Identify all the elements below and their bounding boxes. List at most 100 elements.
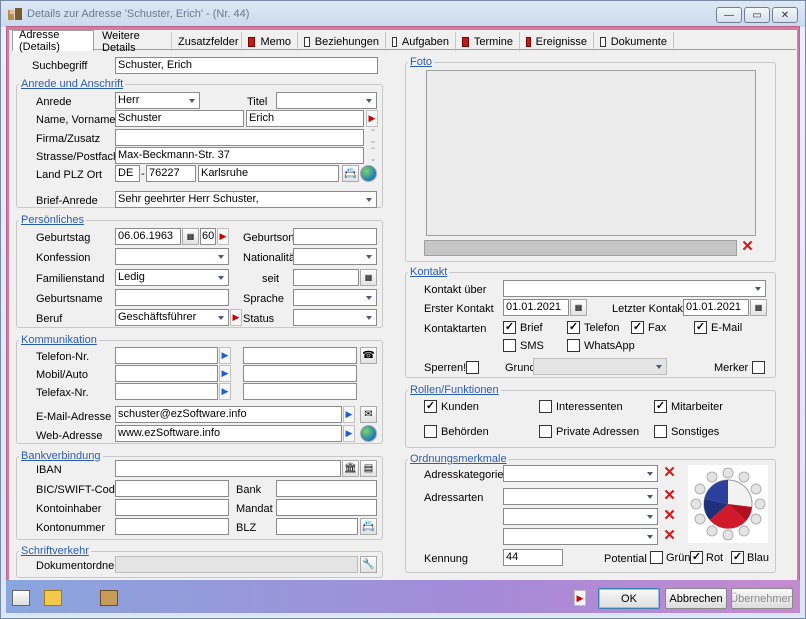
tab-aufgaben[interactable]: Aufgaben [386,32,456,51]
clear-adressart-icon[interactable]: ✕ [662,488,677,504]
seit-input[interactable] [293,269,359,286]
familienstand-select[interactable]: Ledig [115,269,229,286]
telefax-extra-input[interactable] [243,383,357,400]
geburtsname-input[interactable] [115,289,229,306]
ort-input[interactable]: Karlsruhe [198,165,339,182]
geburtsort-input[interactable] [293,228,377,245]
mail-icon[interactable]: ✉ [360,406,377,423]
calendar-icon[interactable]: ▦ [182,228,199,245]
bank-icon[interactable]: 🏛 [342,460,359,477]
plz-input[interactable]: 76227 [146,165,196,182]
mobil-extra-input[interactable] [243,365,357,382]
tab-weitere-details[interactable]: Weitere Details [96,30,172,54]
email-input[interactable]: schuster@ezSoftware.info [115,406,342,423]
tab-termine[interactable]: Termine [456,32,520,51]
gruen-checkbox[interactable] [650,551,663,564]
beruf-expand-button[interactable]: ▶ [230,309,242,326]
merker-checkbox[interactable] [752,361,765,374]
photo-area[interactable] [426,70,756,236]
dokumentordner-input[interactable] [115,556,358,573]
blau-checkbox[interactable]: ✓ [731,551,744,564]
sperren-checkbox[interactable] [466,361,479,374]
kennung-input[interactable]: 44 [503,549,563,566]
firma-input[interactable] [115,129,364,146]
uebernehmen-button[interactable]: Übernehmen [730,588,794,609]
email-send-button[interactable]: ▶ [343,406,355,423]
grund-select[interactable] [533,358,667,375]
calendar-icon[interactable]: ▦ [570,299,587,316]
contacts-icon[interactable] [100,590,118,606]
globe-icon[interactable] [360,425,377,442]
anrede-select[interactable]: Herr [115,92,200,109]
clear-kategorie-icon[interactable]: ✕ [662,465,677,481]
rot-checkbox[interactable]: ✓ [690,551,703,564]
delete-photo-icon[interactable]: ✕ [740,239,755,255]
tab-ereignisse[interactable]: Ereignisse [520,32,594,51]
blz-input[interactable] [276,518,358,535]
geburtstag-input[interactable]: 06.06.1963 [115,228,181,245]
bank-input[interactable] [276,480,377,497]
adressart-select-3[interactable] [503,528,658,545]
telefax-input[interactable] [115,383,218,400]
adressart-select-2[interactable] [503,508,658,525]
email-checkbox[interactable]: ✓ [694,321,707,334]
adressart-select-1[interactable] [503,488,658,505]
mitarbeiter-checkbox[interactable]: ✓ [654,400,667,413]
address-book-icon[interactable]: 📇 [360,518,377,535]
kunden-checkbox[interactable]: ✓ [424,400,437,413]
telefon-extra-input[interactable] [243,347,357,364]
tab-zusatzfelder[interactable]: Zusatzfelder [172,32,242,51]
mobil-dial-button[interactable]: ▶ [219,365,231,382]
minimize-button[interactable]: — [716,7,742,23]
mobil-input[interactable] [115,365,218,382]
kontoinhaber-input[interactable] [115,499,229,516]
suchbegriff-input[interactable]: Schuster, Erich [115,57,378,74]
adresskategorie-select[interactable] [503,465,658,482]
telefon-checkbox[interactable]: ✓ [567,321,580,334]
sprache-select[interactable] [293,289,377,306]
sonstiges-checkbox[interactable] [654,425,667,438]
close-button[interactable]: ✕ [772,7,798,23]
strasse-input[interactable]: Max-Beckmann-Str. 37 [115,147,364,164]
telefon-dial-button[interactable]: ▶ [219,347,231,364]
clear-adressart-icon[interactable]: ✕ [662,528,677,544]
behoerden-checkbox[interactable] [424,425,437,438]
telefax-dial-button[interactable]: ▶ [219,383,231,400]
web-input[interactable]: www.ezSoftware.info [115,425,342,442]
firma-spin-icon[interactable]: ⌃ ⌄ [368,129,378,145]
address-book-icon[interactable]: 📇 [342,165,359,182]
brief-checkbox[interactable]: ✓ [503,321,516,334]
title-bar[interactable]: Details zur Adresse 'Schuster, Erich' - … [1,1,805,27]
name-expand-button[interactable]: ▶ [366,110,378,127]
phone-book-icon[interactable]: ☎ [360,347,377,364]
tab-memo[interactable]: Memo [242,32,298,51]
kontonummer-input[interactable] [115,518,229,535]
kontakt-ueber-select[interactable] [503,280,766,297]
erster-kontakt-input[interactable]: 01.01.2021 [503,299,569,316]
whatsapp-checkbox[interactable] [567,339,580,352]
strasse-spin-icon[interactable]: ⌃ ⌄ [368,147,378,163]
card-icon[interactable] [12,590,30,606]
vorname-input[interactable]: Erich [246,110,364,127]
calendar-icon[interactable]: ▦ [750,299,767,316]
alter-expand-button[interactable]: ▶ [217,228,229,245]
web-open-button[interactable]: ▶ [343,425,355,442]
telefon-input[interactable] [115,347,218,364]
beruf-select[interactable]: Geschäftsführer [115,309,229,326]
folder-icon[interactable] [44,590,62,606]
tab-adresse-details[interactable]: Adresse (Details) [12,29,94,53]
wrench-icon[interactable]: 🔧 [360,556,377,573]
konfession-select[interactable] [115,248,229,265]
letzter-kontakt-input[interactable]: 01.01.2021 [683,299,749,316]
clear-adressart-icon[interactable]: ✕ [662,508,677,524]
iban-input[interactable] [115,460,341,477]
card-icon[interactable]: ▤ [360,460,377,477]
private-adressen-checkbox[interactable] [539,425,552,438]
globe-icon[interactable] [360,165,377,182]
fax-checkbox[interactable]: ✓ [631,321,644,334]
tab-dokumente[interactable]: Dokumente [594,32,674,51]
ok-button[interactable]: OK [598,588,660,609]
land-input[interactable]: DE [115,165,140,182]
brief-anrede-select[interactable]: Sehr geehrter Herr Schuster, [115,191,377,208]
nationalitaet-select[interactable] [293,248,377,265]
